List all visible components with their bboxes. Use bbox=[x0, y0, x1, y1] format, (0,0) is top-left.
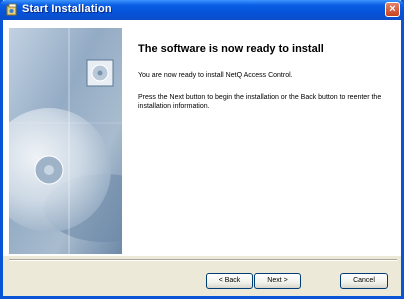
instructions-message: Press the Next button to begin the insta… bbox=[138, 94, 382, 110]
close-button[interactable]: × bbox=[385, 2, 400, 17]
title-bar[interactable]: Start Installation × bbox=[0, 0, 404, 20]
cd-disc-graphic bbox=[9, 28, 122, 254]
separator bbox=[9, 259, 397, 261]
page-heading: The software is now ready to install bbox=[138, 43, 324, 55]
installer-icon bbox=[5, 3, 19, 17]
close-icon: × bbox=[389, 3, 396, 15]
content-area: The software is now ready to install You… bbox=[3, 20, 401, 256]
back-button[interactable]: < Back bbox=[206, 273, 253, 289]
window-title: Start Installation bbox=[22, 3, 112, 15]
installer-window: Start Installation × The software is now… bbox=[0, 0, 404, 299]
next-button[interactable]: Next > bbox=[254, 273, 301, 289]
ready-message: You are now ready to install NetQ Access… bbox=[138, 72, 293, 79]
cancel-button[interactable]: Cancel bbox=[340, 273, 388, 289]
